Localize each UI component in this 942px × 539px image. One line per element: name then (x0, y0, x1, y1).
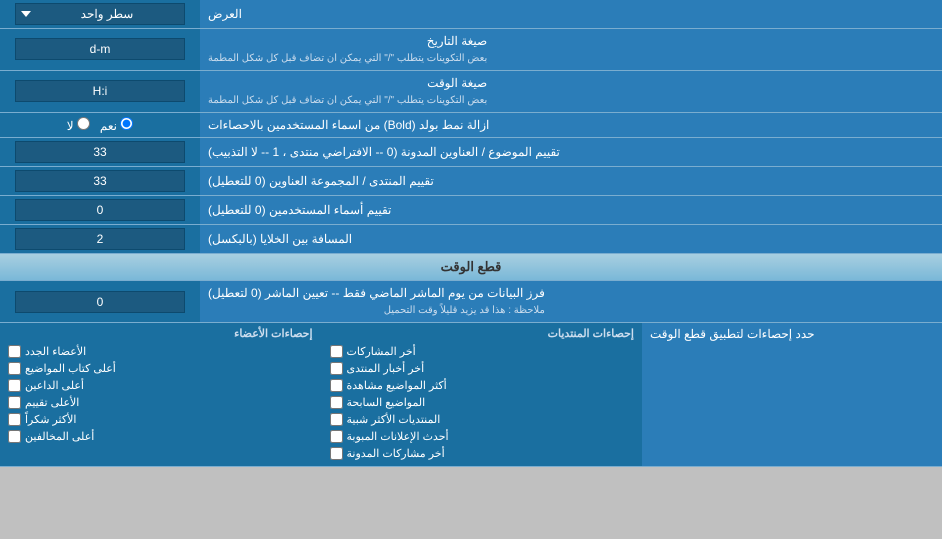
cutoff-input[interactable] (15, 291, 185, 313)
page-title: العرض (208, 6, 242, 23)
checkboxes-section-label: حدد إحصاءات لتطبيق قطع الوقت (650, 327, 815, 341)
check-floating-topics[interactable] (330, 396, 343, 409)
subject-order-label: تقييم الموضوع / العناوين المدونة (0 -- ا… (200, 138, 942, 166)
check-item-7: أخر مشاركات المدونة (330, 445, 635, 462)
time-format-label: صيغة الوقت بعض التكوينات يتطلب "/" التي … (200, 71, 942, 112)
bold-remove-label: ازالة نمط بولد (Bold) من اسماء المستخدمي… (200, 113, 942, 138)
date-format-title: صيغة التاريخ (427, 34, 488, 48)
forum-order-title: تقييم المنتدى / المجموعة العناوين (0 للت… (208, 173, 434, 190)
cutoff-label: فرز البيانات من يوم الماشر الماضي فقط --… (200, 281, 942, 322)
check-most-viewed[interactable] (330, 379, 343, 392)
users-order-label: تقييم أسماء المستخدمين (0 للتعطيل) (200, 196, 942, 224)
users-order-input[interactable] (15, 199, 185, 221)
date-format-input[interactable] (15, 38, 185, 60)
forum-order-label: تقييم المنتدى / المجموعة العناوين (0 للت… (200, 167, 942, 195)
radio-yes[interactable] (120, 117, 133, 130)
header-label: العرض (200, 0, 942, 28)
section-cutoff-header: قطع الوقت (0, 254, 942, 281)
radio-no[interactable] (77, 117, 90, 130)
bold-remove-title: ازالة نمط بولد (Bold) من اسماء المستخدمي… (208, 117, 489, 134)
space-between-input[interactable] (15, 228, 185, 250)
check-top-posters[interactable] (8, 362, 21, 375)
col1-title: إحصاءات المنتديات (330, 327, 635, 340)
col2-title: إحصاءات الأعضاء (8, 327, 313, 340)
cutoff-cell (0, 281, 200, 322)
check-item-3: أكثر المواضيع مشاهدة (330, 377, 635, 394)
checkboxes-section: حدد إحصاءات لتطبيق قطع الوقت إحصاءات الم… (0, 323, 942, 467)
check-col-members: إحصاءات الأعضاء الأعضاء الجدد أعلى كتاب … (0, 323, 321, 466)
check-item-m1: الأعضاء الجدد (8, 343, 313, 360)
cutoff-title: فرز البيانات من يوم الماشر الماضي فقط --… (208, 286, 545, 300)
subject-order-cell (0, 138, 200, 166)
check-item-5: المنتديات الأكثر شبية (330, 411, 635, 428)
bold-remove-radio-group: نعم لا (67, 117, 134, 133)
time-format-title: صيغة الوقت (427, 76, 487, 90)
time-format-desc: بعض التكوينات يتطلب "/" التي يمكن ان تضا… (208, 94, 487, 108)
check-col-forums: إحصاءات المنتديات أخر المشاركات أخر أخبا… (321, 323, 643, 466)
check-item-m2: أعلى كتاب المواضيع (8, 360, 313, 377)
date-format-label: صيغة التاريخ بعض التكوينات يتطلب "/" الت… (200, 29, 942, 70)
date-format-desc: بعض التكوينات يتطلب "/" التي يمكن ان تضا… (208, 52, 487, 66)
check-blog-posts[interactable] (330, 447, 343, 460)
check-item-m6: أعلى المخالفين (8, 428, 313, 445)
check-forum-news[interactable] (330, 362, 343, 375)
forum-order-cell (0, 167, 200, 195)
check-item-1: أخر المشاركات (330, 343, 635, 360)
single-line-cell: سطر واحد سطران ثلاثة أسطر (0, 0, 200, 28)
check-item-m3: أعلى الداعين (8, 377, 313, 394)
check-item-2: أخر أخبار المنتدى (330, 360, 635, 377)
bold-remove-cell: نعم لا (0, 113, 200, 138)
check-top-inviters[interactable] (8, 379, 21, 392)
users-order-cell (0, 196, 200, 224)
check-item-4: المواضيع السابحة (330, 394, 635, 411)
check-top-violators[interactable] (8, 430, 21, 443)
check-most-thanked[interactable] (8, 413, 21, 426)
check-top-rated[interactable] (8, 396, 21, 409)
check-latest-ads[interactable] (330, 430, 343, 443)
check-latest-posts[interactable] (330, 345, 343, 358)
check-most-similar[interactable] (330, 413, 343, 426)
subject-order-input[interactable] (15, 141, 185, 163)
subject-order-title: تقييم الموضوع / العناوين المدونة (0 -- ا… (208, 144, 560, 161)
check-item-m5: الأكثر شكراً (8, 411, 313, 428)
radio-yes-label: نعم (100, 117, 133, 133)
check-new-members[interactable] (8, 345, 21, 358)
check-item-6: أحدث الإعلانات المبوبة (330, 428, 635, 445)
cutoff-note: ملاحظة : هذا قد يزيد قليلاً وقت التحميل (208, 304, 545, 318)
forum-order-input[interactable] (15, 170, 185, 192)
checkboxes-label-cell: حدد إحصاءات لتطبيق قطع الوقت (642, 323, 942, 466)
space-between-title: المسافة بين الخلايا (بالبكسل) (208, 231, 352, 248)
single-line-select[interactable]: سطر واحد سطران ثلاثة أسطر (15, 3, 185, 25)
checkboxes-columns: إحصاءات المنتديات أخر المشاركات أخر أخبا… (0, 323, 642, 466)
time-format-input[interactable] (15, 80, 185, 102)
users-order-title: تقييم أسماء المستخدمين (0 للتعطيل) (208, 202, 391, 219)
radio-no-label: لا (67, 117, 90, 133)
check-item-m4: الأعلى تقييم (8, 394, 313, 411)
time-format-input-cell (0, 71, 200, 112)
space-between-label: المسافة بين الخلايا (بالبكسل) (200, 225, 942, 253)
date-format-input-cell (0, 29, 200, 70)
space-between-cell (0, 225, 200, 253)
section-cutoff-title: قطع الوقت (441, 259, 502, 275)
